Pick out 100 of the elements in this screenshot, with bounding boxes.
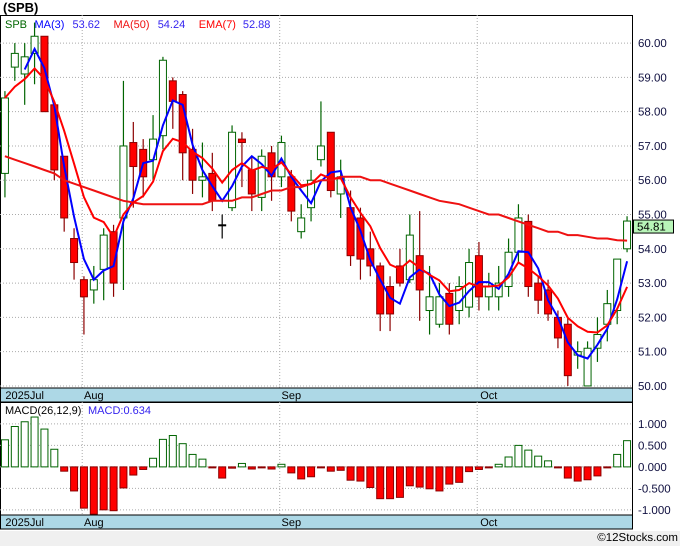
- legend-symbol: SPB: [5, 19, 28, 31]
- histogram-bar: [445, 466, 454, 485]
- legend-label: MA(50): [114, 19, 150, 31]
- histogram-bar: [139, 466, 148, 470]
- last-price-badge: 54.81: [633, 220, 674, 234]
- candlestick: [593, 317, 602, 362]
- candlestick: [534, 276, 542, 314]
- candlestick: [208, 152, 216, 212]
- histogram-bar: [50, 448, 58, 468]
- candlestick: [168, 77, 177, 129]
- axis-label: 58.00: [638, 106, 667, 119]
- legend-value: 52.88: [242, 19, 270, 31]
- histogram-bar: [346, 466, 355, 481]
- candlestick: [218, 214, 226, 239]
- candlestick: [603, 290, 612, 342]
- histogram-bar: [396, 466, 404, 498]
- histogram-bar: [564, 466, 572, 479]
- histogram-bar: [366, 466, 374, 488]
- candlestick: [474, 242, 483, 311]
- axis-label: -0.500: [638, 483, 671, 496]
- histogram-bar: [326, 466, 335, 472]
- histogram-bar: [90, 466, 98, 515]
- candlestick: [544, 280, 552, 321]
- candlestick: [248, 156, 256, 212]
- histogram-bar: [20, 421, 29, 468]
- axis-label: 2025Jul: [5, 390, 44, 402]
- histogram-bar: [534, 456, 542, 468]
- histogram-bar: [356, 466, 364, 482]
- candlestick: [139, 139, 148, 198]
- histogram-bar: [484, 466, 493, 468]
- candlestick: [307, 170, 316, 222]
- histogram-bar: [494, 464, 503, 468]
- candlestick: [316, 101, 325, 167]
- candlestick: [504, 238, 513, 297]
- axis-label: 59.00: [638, 72, 667, 84]
- legend-value: 53.62: [72, 19, 100, 31]
- legend-label: MA(3): [34, 19, 64, 31]
- histogram-bar: [603, 466, 612, 468]
- candlestick: [326, 132, 335, 198]
- axis-label: 60.00: [638, 38, 667, 50]
- histogram-bar: [208, 466, 216, 468]
- candlestick: [336, 160, 345, 218]
- axis-label: Sep: [282, 390, 302, 402]
- histogram-bar: [178, 443, 187, 468]
- legend-label: EMA(7): [198, 19, 236, 31]
- histogram-bar: [168, 435, 177, 468]
- histogram-bar: [287, 466, 296, 474]
- axis-label: 1.000: [638, 418, 667, 431]
- axis-label: 53.00: [638, 278, 667, 290]
- histogram-bar: [258, 466, 266, 468]
- indicator-label: MACD(26,12,9): [5, 405, 82, 417]
- histogram-bar: [613, 454, 622, 468]
- axis-label: -1.000: [638, 504, 671, 517]
- axis-label: 55.00: [638, 210, 667, 222]
- histogram-bar: [574, 466, 582, 482]
- axis-label: Oct: [480, 517, 498, 529]
- indicator-value: MACD:0.634: [88, 405, 151, 417]
- histogram-bar: [297, 466, 306, 480]
- histogram-bar: [218, 466, 226, 479]
- candlestick: [287, 170, 296, 222]
- histogram-bar: [435, 466, 444, 492]
- axis-label: 2025Jul: [5, 517, 44, 529]
- histogram-bar: [426, 466, 434, 490]
- histogram-bar: [416, 466, 424, 488]
- histogram-bar: [129, 466, 138, 476]
- histogram-bar: [100, 466, 108, 510]
- histogram-bar: [336, 466, 345, 471]
- candlestick: [80, 276, 88, 335]
- histogram-bar: [60, 466, 68, 472]
- axis-label: 51.00: [638, 346, 667, 359]
- axis-label: 0.500: [638, 440, 667, 452]
- candlestick: [258, 149, 266, 212]
- candlestick: [366, 232, 374, 276]
- axis-label: Aug: [84, 517, 104, 529]
- axis-label: 57.00: [638, 140, 667, 153]
- candlestick: [149, 115, 158, 180]
- candlestick: [70, 228, 78, 280]
- candlestick: [484, 272, 493, 311]
- candlestick: [277, 136, 286, 188]
- candlestick: [445, 283, 454, 335]
- histogram-bar: [524, 450, 532, 468]
- histogram-bar: [593, 466, 602, 476]
- candlestick: [455, 276, 464, 324]
- candlestick: [564, 317, 572, 386]
- histogram-bar: [584, 466, 592, 480]
- axis-label: 52.00: [638, 312, 667, 324]
- chart-title: (SPB): [3, 1, 38, 14]
- axis-label: 56.00: [638, 175, 667, 188]
- histogram-bar: [30, 416, 39, 468]
- candlestick: [584, 341, 592, 386]
- axis-label: Oct: [480, 390, 498, 402]
- axis-label: 50.00: [638, 380, 667, 393]
- candlestick: [198, 142, 206, 198]
- candlestick: [514, 204, 522, 263]
- candlestick: [188, 128, 197, 194]
- candlestick: [554, 310, 562, 348]
- candlestick: [406, 214, 414, 284]
- axis-label: 54.00: [638, 244, 667, 256]
- histogram-bar: [376, 466, 384, 500]
- axis-label: Aug: [84, 390, 104, 402]
